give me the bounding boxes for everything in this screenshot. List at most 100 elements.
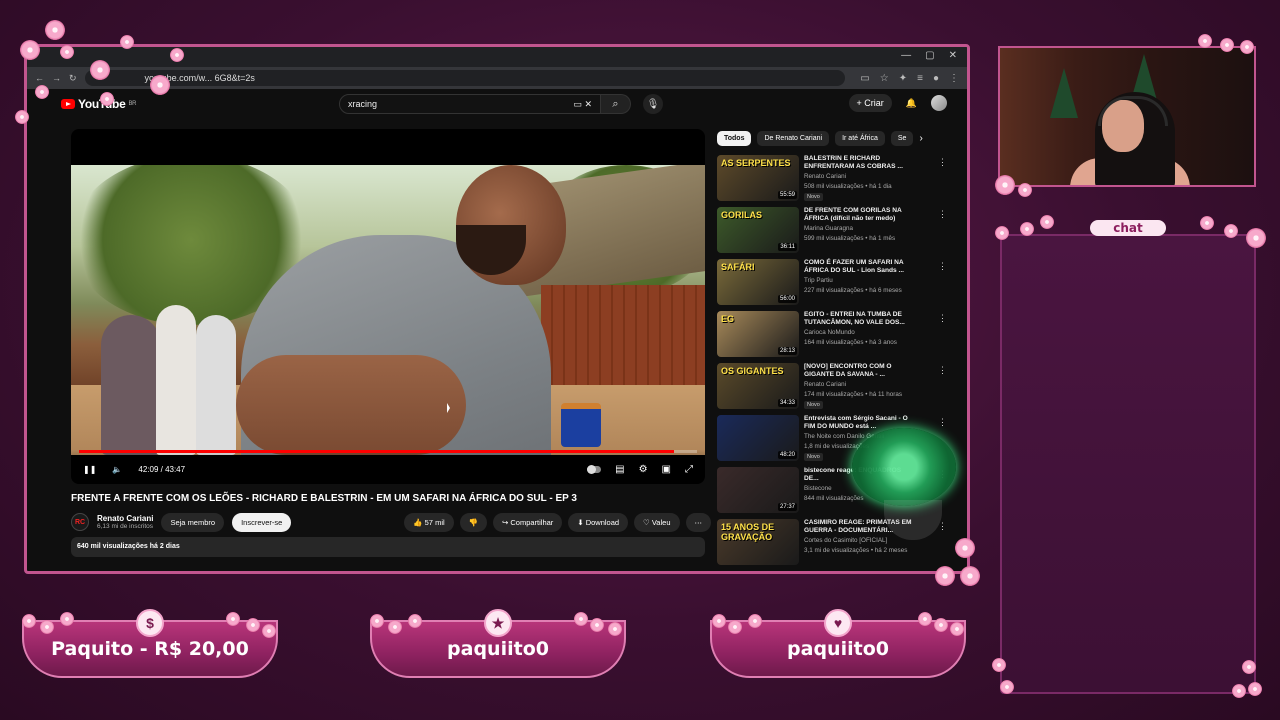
create-button[interactable]: + Criar <box>848 94 892 112</box>
pause-icon[interactable]: ❚❚ <box>83 465 96 474</box>
more-options-icon[interactable]: ⋮ <box>938 209 947 220</box>
video-thumbnail[interactable]: OS GIGANTES 34:33 <box>717 363 799 409</box>
more-options-icon[interactable]: ⋮ <box>938 313 947 324</box>
chevron-right-icon[interactable]: › <box>919 133 922 144</box>
recommendation-title[interactable]: COMO É FAZER UM SAFARI NA ÁFRICA DO SUL … <box>804 259 914 275</box>
recommendation-item[interactable]: GORILAS 36:11 DE FRENTE COM GORILAS NA ÁFR… <box>717 207 957 259</box>
avatar[interactable] <box>931 95 947 111</box>
notifications-bell-icon[interactable]: 🔔 <box>906 98 917 109</box>
cherry-blossom-icon <box>574 612 588 626</box>
channel-meta: Renato Cariani 6,13 mi de inscritos <box>97 514 153 530</box>
new-badge: Novo <box>804 193 823 201</box>
video-thumbnail[interactable]: GORILAS 36:11 <box>717 207 799 253</box>
download-label: Download <box>585 517 620 527</box>
subtitles-icon[interactable]: ▤ <box>615 464 624 475</box>
recommendation-channel[interactable]: Trip Partiu <box>804 277 914 285</box>
menu-kebab-icon[interactable]: ⋮ <box>949 73 959 84</box>
recommendation-channel[interactable]: Cortes do Casimito [OFICIAL] <box>804 537 914 545</box>
search-button[interactable]: ⌕ <box>601 94 631 114</box>
chat-label: chat <box>1090 220 1166 236</box>
clear-search-icon[interactable]: ▭ ✕ <box>573 99 592 110</box>
miniplayer-icon[interactable]: ▣ <box>662 464 671 475</box>
minimize-button[interactable]: — <box>901 50 911 61</box>
video-thumbnail[interactable]: 27:37 <box>717 467 799 513</box>
youtube-logo[interactable]: YouTube BR <box>61 97 136 111</box>
close-window-button[interactable]: ✕ <box>949 50 957 61</box>
settings-gear-icon[interactable]: ⚙ <box>639 464 648 475</box>
like-count: 57 mil <box>424 517 445 527</box>
recommendation-item[interactable]: EG 28:13 EGITO - ENTREI NA TUMBA DE TUTANC… <box>717 311 957 363</box>
media-icon[interactable]: ≡ <box>917 73 923 84</box>
cherry-blossom-icon <box>1220 38 1234 52</box>
forward-icon[interactable]: → <box>52 73 61 83</box>
video-thumbnail[interactable]: EG 28:13 <box>717 311 799 357</box>
video-thumbnail[interactable]: 48:20 <box>717 415 799 461</box>
thumbnail-text: SAFÁRI <box>721 262 755 272</box>
recommendation-title[interactable]: BALESTRIN E RICHARD ENFRENTARAM AS COBRA… <box>804 155 914 171</box>
join-button[interactable]: Seja membro <box>161 512 225 532</box>
video-thumbnail[interactable]: AS SERPENTES 55:59 <box>717 155 799 201</box>
maximize-button[interactable]: ▢ <box>925 50 934 61</box>
download-button[interactable]: ⬇ Download <box>568 512 629 532</box>
fullscreen-icon[interactable]: ⤢ <box>685 464 693 475</box>
video-thumbnail[interactable]: 15 ANOS DE GRAVAÇÃO <box>717 519 799 565</box>
cherry-blossom-icon <box>1020 222 1034 236</box>
recommendation-title[interactable]: [NOVO] ENCONTRO COM O GIGANTE DA SAVANA … <box>804 363 914 379</box>
back-icon[interactable]: ← <box>35 73 44 83</box>
chip-all[interactable]: Todos <box>717 131 752 146</box>
recommendation-channel[interactable]: Renato Cariani <box>804 173 914 181</box>
more-actions-button[interactable]: ⋯ <box>685 512 711 532</box>
channel-name[interactable]: Renato Cariani <box>97 514 153 523</box>
more-options-icon[interactable]: ⋮ <box>938 365 947 376</box>
recommendation-channel[interactable]: Carioca NoMundo <box>804 329 914 337</box>
cherry-blossom-icon <box>934 618 948 632</box>
video-thumbnail[interactable]: SAFÁRI 56:00 <box>717 259 799 305</box>
more-options-icon[interactable]: ⋮ <box>938 157 947 168</box>
channel-avatar[interactable]: RC <box>71 513 89 531</box>
youtube-play-icon <box>61 99 75 109</box>
chip-africa[interactable]: Ir até África <box>835 131 885 146</box>
more-options-icon[interactable]: ⋮ <box>938 261 947 272</box>
subscribe-button[interactable]: Inscrever-se <box>232 512 292 532</box>
dislike-button[interactable]: 👎 <box>459 512 487 532</box>
voice-search-button[interactable]: 🎙 <box>643 94 663 114</box>
recommendation-title[interactable]: EGITO - ENTREI NA TUMBA DE TUTANCÂMON, N… <box>804 311 914 327</box>
volume-icon[interactable]: 🔈 <box>112 465 122 474</box>
bookmark-star-icon[interactable]: ☆ <box>880 73 889 84</box>
thanks-button[interactable]: ♡ Valeu <box>634 512 680 532</box>
share-button[interactable]: ↪ Compartilhar <box>493 512 563 532</box>
recommendation-channel[interactable]: Marina Guaragna <box>804 225 914 233</box>
views-date: 640 mil visualizações há 2 dias <box>77 543 180 550</box>
christmas-tree-icon <box>1050 68 1078 118</box>
recommendation-item[interactable]: AS SERPENTES 55:59 BALESTRIN E RICHARD ENF… <box>717 155 957 207</box>
donation-alert: $ Paquito - R$ 20,00 <box>22 609 278 678</box>
cherry-blossom-icon <box>992 658 1006 672</box>
search-input[interactable]: xracing ▭ ✕ <box>339 94 601 114</box>
profile-icon[interactable]: ● <box>933 73 939 84</box>
hut-wall <box>541 285 705 395</box>
extensions-icon[interactable]: ✦ <box>899 73 907 84</box>
reload-icon[interactable]: ↻ <box>69 73 77 84</box>
url-field[interactable]: youtube.com/w... 6G8&t=2s <box>84 70 845 86</box>
mouse-cursor-icon <box>447 403 450 413</box>
like-button[interactable]: 👍 57 mil <box>404 512 454 532</box>
recommendation-item[interactable]: SAFÁRI 56:00 COMO É FAZER UM SAFARI NA ÁFR… <box>717 259 957 311</box>
more-options-icon[interactable]: ⋮ <box>938 417 947 428</box>
recommendation-item[interactable]: OS GIGANTES 34:33 [NOVO] ENCONTRO COM O GI… <box>717 363 957 415</box>
cherry-blossom-icon <box>246 618 260 632</box>
video-player[interactable]: ❚❚ 🔈 42:09 / 43:47 ▤ ⚙ ▣ ⤢ <box>71 129 705 484</box>
time-display: 42:09 / 43:47 <box>138 464 186 474</box>
progress-bar[interactable] <box>79 450 697 453</box>
autoplay-toggle[interactable] <box>587 464 602 474</box>
cherry-blossom-icon <box>1018 183 1032 197</box>
cherry-blossom-icon <box>918 612 932 626</box>
description-box[interactable]: 640 mil visualizações há 2 dias <box>71 537 705 557</box>
recommendation-title[interactable]: DE FRENTE COM GORILAS NA ÁFRICA (difícil… <box>804 207 914 223</box>
cherry-blossom-icon <box>995 226 1009 240</box>
recommendation-channel[interactable]: Renato Cariani <box>804 381 914 389</box>
chip-more[interactable]: Se <box>890 131 914 146</box>
chip-channel[interactable]: De Renato Cariani <box>757 131 830 146</box>
recommendation-meta: 508 mil visualizações • há 1 dia <box>804 183 892 190</box>
thumbs-up-icon: 👍 <box>413 517 425 527</box>
cast-icon[interactable]: ▭ <box>860 73 869 84</box>
